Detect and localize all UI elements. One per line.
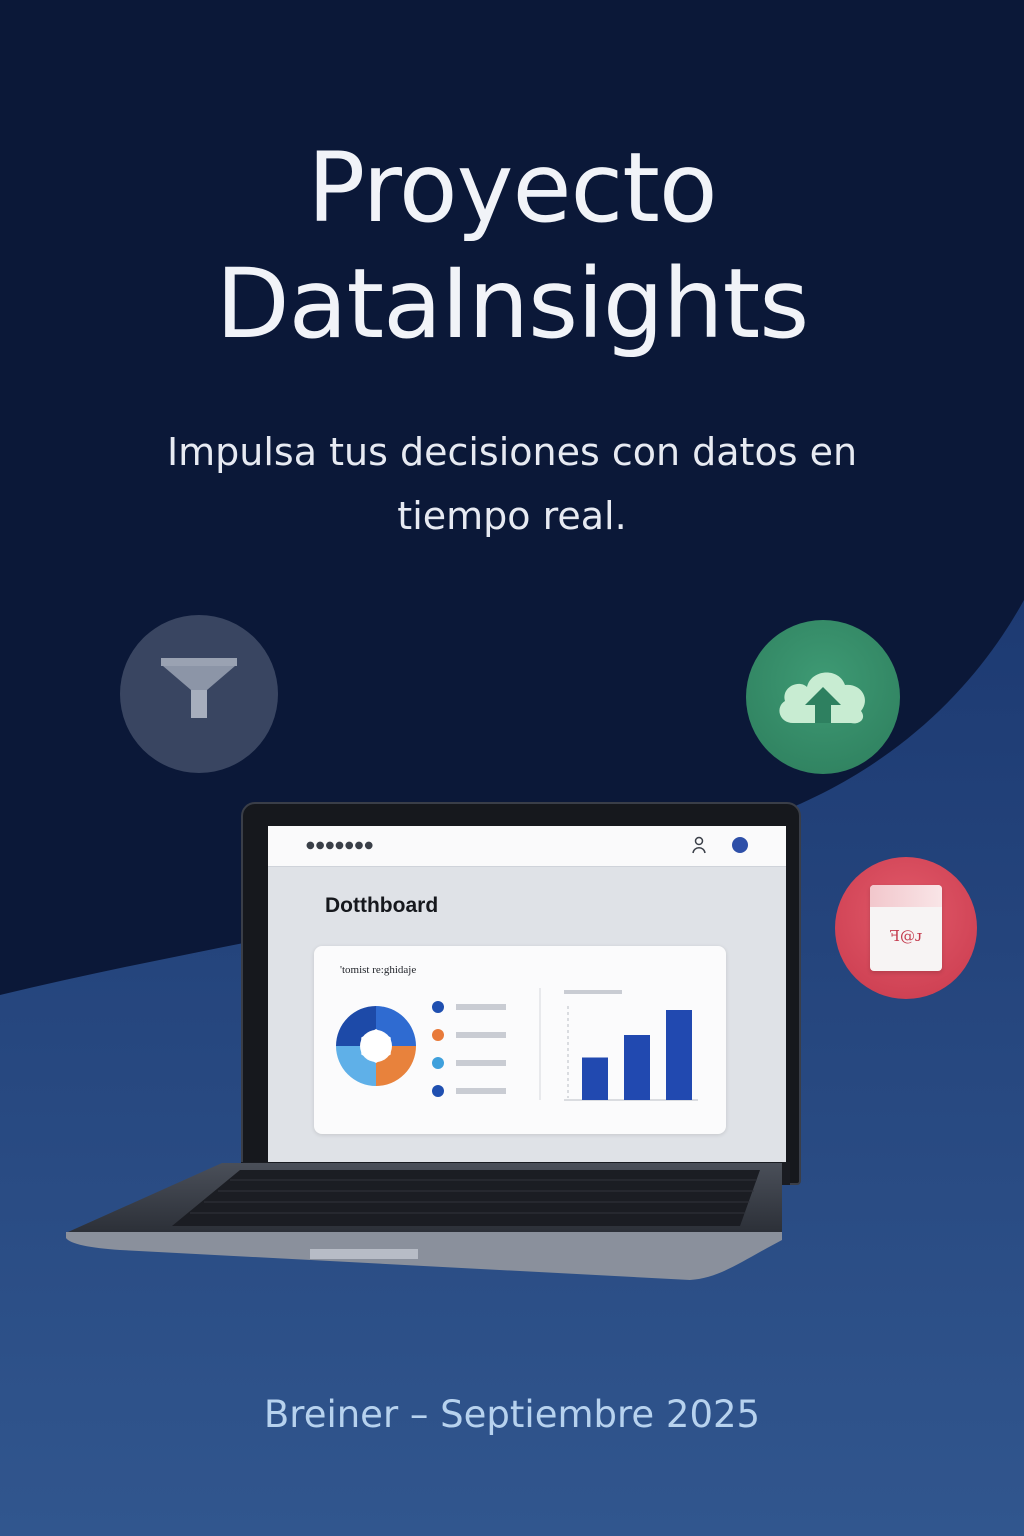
- bar: [666, 1010, 692, 1100]
- user-icon[interactable]: [692, 836, 706, 854]
- title-line-1: Proyecto: [307, 132, 717, 244]
- bar: [582, 1057, 608, 1100]
- subtitle: Impulsa tus decisiones con datos en tiem…: [166, 430, 858, 538]
- document-text: ꟻ@ᴊ: [889, 927, 923, 945]
- legend-dot: [432, 1001, 444, 1013]
- page-title: Proyecto DataInsights: [0, 130, 1024, 362]
- filter-icon: [161, 658, 237, 718]
- legend-line: [456, 1088, 506, 1094]
- legend-dot: [432, 1085, 444, 1097]
- filter-badge: [120, 615, 278, 773]
- legend-line: [456, 1004, 506, 1010]
- legend-dot: [432, 1029, 444, 1041]
- legend-dot: [432, 1057, 444, 1069]
- chart-title-line: [564, 990, 622, 994]
- legend-line: [456, 1032, 506, 1038]
- card-chart: [336, 988, 698, 1101]
- globe-icon[interactable]: [732, 837, 748, 853]
- dashboard-topbar: ●●●●●●●: [268, 826, 786, 867]
- title-line-2: DataInsights: [215, 248, 810, 360]
- document-icon: ꟻ@ᴊ: [870, 885, 942, 971]
- dashboard-title: Dotthboard: [325, 894, 439, 917]
- legend-line: [456, 1060, 506, 1066]
- document-badge: ꟻ@ᴊ: [835, 857, 977, 999]
- donut-center: [361, 1029, 391, 1063]
- footer-credit: Breiner – Septiembre 2025: [263, 1393, 761, 1436]
- laptop-screen: ●●●●●●● Dotthboard 'tomist re:ghidaje: [268, 826, 786, 1164]
- window-dots: ●●●●●●●: [306, 840, 375, 851]
- cloud-badge: [746, 620, 900, 774]
- dashboard-card: 'tomist re:ghidaje: [314, 946, 726, 1134]
- bar: [624, 1035, 650, 1100]
- cloud-upload-icon: [779, 672, 866, 724]
